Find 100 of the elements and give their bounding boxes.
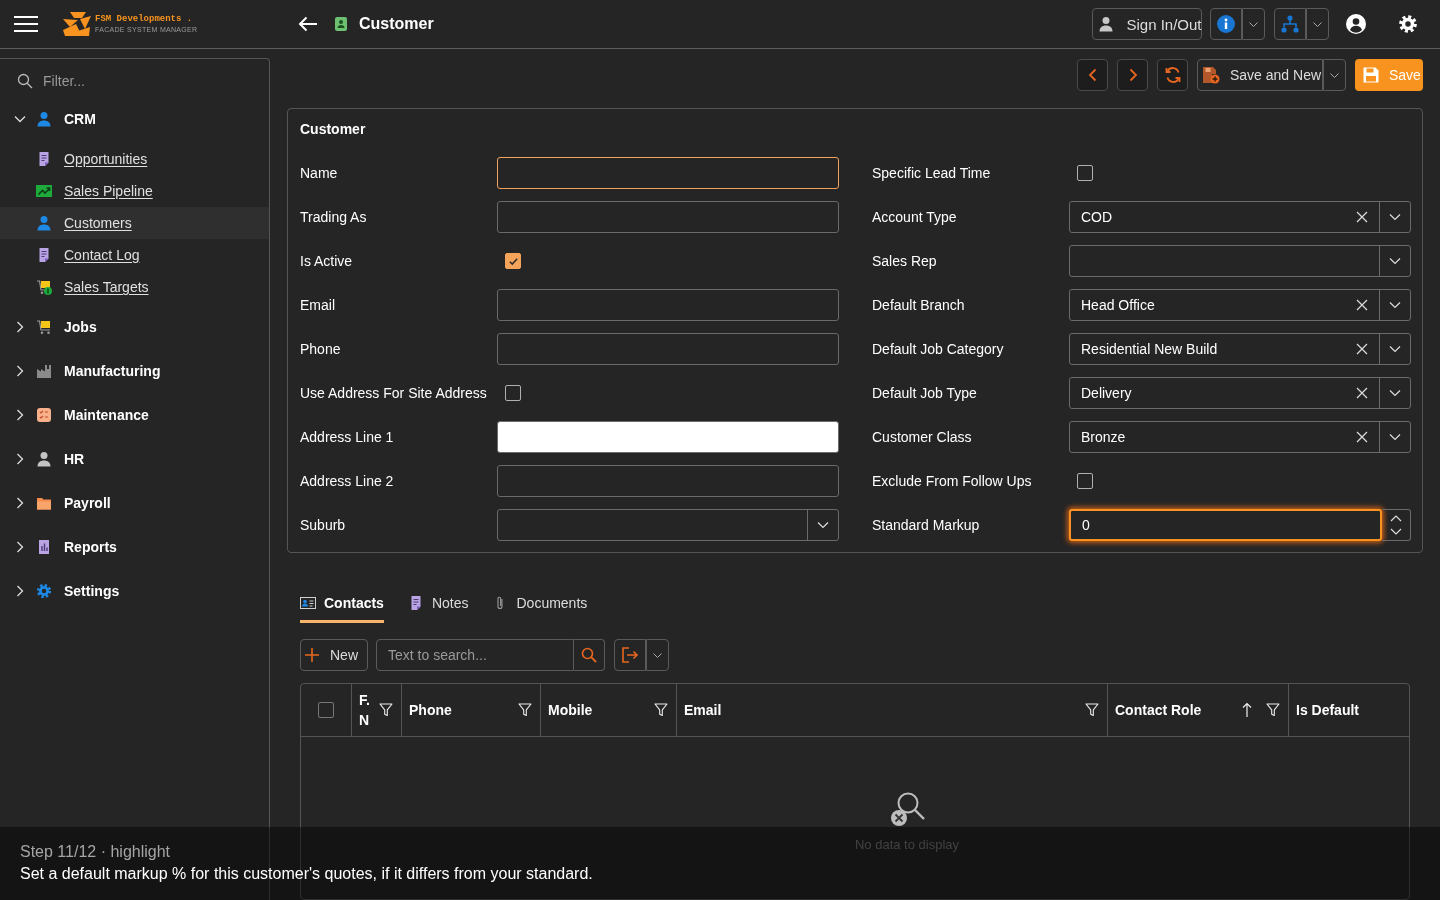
person-icon	[36, 451, 52, 467]
dropdown-field[interactable]: Bronze	[1069, 421, 1411, 453]
save-and-new-button[interactable]: Save and New	[1197, 59, 1323, 91]
filter-icon[interactable]	[379, 703, 393, 717]
clear-icon[interactable]	[1356, 299, 1368, 311]
column-header[interactable]: Contact Role	[1115, 700, 1228, 720]
field-label: Is Active	[300, 253, 354, 269]
field-label: Customer Class	[872, 429, 973, 445]
tour-step-label: Step 11/12 · highlight	[20, 842, 171, 862]
chevron-down-icon[interactable]	[817, 519, 829, 531]
previous-button[interactable]	[1077, 59, 1108, 91]
chevron-down-icon[interactable]	[1390, 528, 1402, 535]
arrow-up-icon[interactable]	[1242, 702, 1252, 718]
sidebar-item[interactable]: Customers	[0, 207, 269, 239]
field-label: Default Job Category	[872, 341, 1005, 357]
filter-icon[interactable]	[654, 703, 668, 717]
hierarchy-button[interactable]	[1274, 8, 1306, 40]
sidebar-group[interactable]: Maintenance	[0, 393, 269, 437]
filter-icon[interactable]	[1266, 703, 1280, 717]
text-field[interactable]	[497, 201, 839, 233]
chevron-up-icon[interactable]	[1390, 515, 1402, 522]
plus-icon	[304, 647, 320, 663]
dropdown-field[interactable]: Residential New Build	[1069, 333, 1411, 365]
number-field[interactable]: 0	[1069, 509, 1382, 541]
field-label: Default Branch	[872, 297, 966, 313]
column-header[interactable]: Phone	[409, 700, 504, 720]
filter-icon[interactable]	[518, 703, 532, 717]
chevron-down-icon[interactable]	[1389, 431, 1401, 443]
clear-icon[interactable]	[1356, 343, 1368, 355]
column-header[interactable]: Mobile	[548, 700, 640, 720]
person-icon	[1098, 16, 1115, 32]
sign-in-out-button[interactable]: Sign In/Out	[1092, 8, 1202, 40]
dropdown-field[interactable]: Delivery	[1069, 377, 1411, 409]
field-label: Exclude From Follow Ups	[872, 473, 1033, 489]
chevron-down-icon[interactable]	[1389, 299, 1401, 311]
sidebar-group[interactable]: Reports	[0, 525, 269, 569]
sidebar-group[interactable]: Settings	[0, 569, 269, 613]
next-button[interactable]	[1117, 59, 1148, 91]
chevron-down-icon[interactable]	[1389, 255, 1401, 267]
text-field[interactable]	[497, 157, 839, 189]
column-header[interactable]: Is Default	[1296, 700, 1401, 720]
text-field[interactable]	[497, 289, 839, 321]
checkbox[interactable]	[505, 253, 521, 269]
sidebar-item[interactable]: Sales Pipeline	[0, 175, 269, 207]
sidebar-item[interactable]: Opportunities	[0, 143, 269, 175]
sidebar-group[interactable]: HR	[0, 437, 269, 481]
chevron-right-icon	[14, 409, 26, 421]
search-icon	[581, 647, 597, 663]
clear-icon[interactable]	[1356, 431, 1368, 443]
text-field[interactable]	[497, 421, 839, 453]
sidebar-group[interactable]: Manufacturing	[0, 349, 269, 393]
filter-field[interactable]: Filter...	[43, 66, 269, 96]
dropdown-field[interactable]	[1069, 245, 1411, 277]
column-header[interactable]: Email	[684, 700, 1071, 720]
checkbox[interactable]	[1077, 165, 1093, 181]
sidebar-group[interactable]: CRM	[0, 97, 269, 141]
dropdown-field[interactable]: COD	[1069, 201, 1411, 233]
chevron-down-icon[interactable]	[1389, 211, 1401, 223]
checkbox[interactable]	[318, 702, 334, 718]
filter-icon[interactable]	[1085, 703, 1099, 717]
chevron-right-icon	[14, 365, 26, 377]
page-title: Customer	[359, 15, 434, 33]
dropdown-field[interactable]	[497, 509, 839, 541]
tab[interactable]: Contacts	[300, 585, 384, 623]
menu-icon[interactable]	[14, 15, 38, 33]
field-label: Phone	[300, 341, 342, 357]
logo-icon[interactable]	[62, 11, 92, 37]
search-button[interactable]	[574, 639, 605, 671]
text-field[interactable]	[497, 333, 839, 365]
tab[interactable]: Notes	[407, 585, 469, 623]
field-label: Account Type	[872, 209, 958, 225]
chevron-right-icon	[14, 453, 26, 465]
info-icon	[1217, 15, 1235, 33]
sidebar-group[interactable]: Jobs	[0, 305, 269, 349]
clear-icon[interactable]	[1356, 387, 1368, 399]
clear-icon[interactable]	[1356, 211, 1368, 223]
checkbox[interactable]	[505, 385, 521, 401]
account-icon[interactable]	[1346, 14, 1366, 34]
back-arrow-icon[interactable]	[298, 16, 318, 32]
chevron-down-icon[interactable]	[1389, 387, 1401, 399]
info-button[interactable]	[1210, 8, 1242, 40]
chevron-right-icon	[14, 497, 26, 509]
field-label: Address Line 1	[300, 429, 395, 445]
sidebar-item[interactable]: Contact Log	[0, 239, 269, 271]
chevron-down-icon	[653, 652, 662, 658]
new-button[interactable]: New	[300, 639, 368, 671]
text-field[interactable]	[497, 465, 839, 497]
dropdown-field[interactable]: Head Office	[1069, 289, 1411, 321]
checkbox[interactable]	[1077, 473, 1093, 489]
chevron-down-icon[interactable]	[1389, 343, 1401, 355]
field-label: Specific Lead Time	[872, 165, 992, 181]
tab[interactable]: Documents	[492, 585, 588, 623]
refresh-button[interactable]	[1157, 59, 1188, 91]
search-field[interactable]: Text to search...	[376, 639, 574, 671]
sidebar-group[interactable]: Payroll	[0, 481, 269, 525]
chevron-down-icon	[1330, 72, 1339, 78]
settings-icon[interactable]	[1398, 14, 1418, 34]
field-label: Trading As	[300, 209, 368, 225]
export-button[interactable]	[614, 639, 646, 671]
sidebar-item[interactable]: Sales Targets	[0, 271, 269, 303]
